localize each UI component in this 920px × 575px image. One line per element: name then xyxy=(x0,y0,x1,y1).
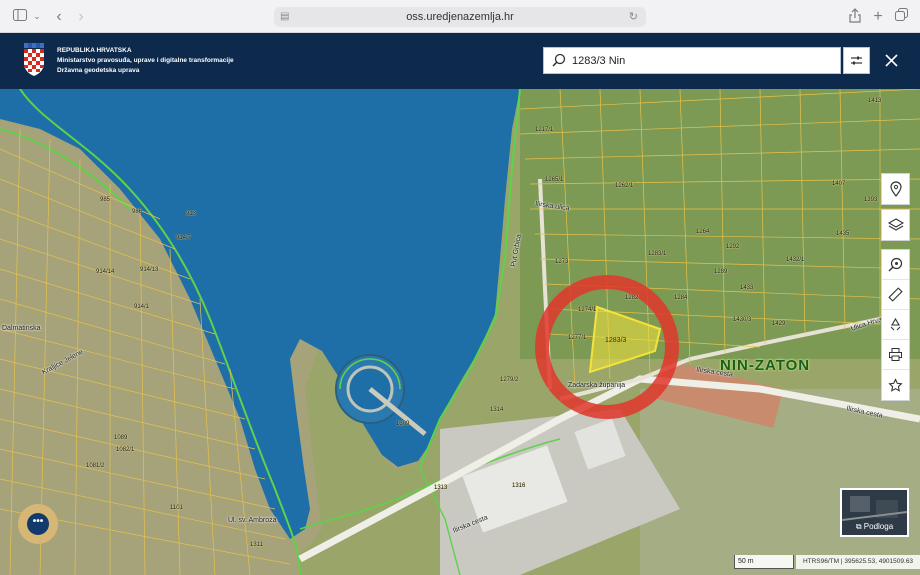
close-icon xyxy=(885,54,898,67)
street-label: Ul. sv. Ambroza xyxy=(228,517,277,524)
filter-button[interactable] xyxy=(843,47,870,74)
favorite-button[interactable] xyxy=(882,370,909,400)
printer-icon xyxy=(889,348,902,361)
star-icon xyxy=(888,377,903,392)
parcel-label: 1433 xyxy=(740,285,754,291)
tool-button[interactable] xyxy=(882,310,909,340)
chat-button[interactable]: ••• xyxy=(18,504,58,544)
address-bar[interactable]: ▤ oss.uredjenazemlja.hr ↻ xyxy=(274,7,646,27)
parcel-label: 1316 xyxy=(512,483,526,489)
parcel-label: 1279/2 xyxy=(500,377,519,383)
chat-bubble-icon: ••• xyxy=(27,513,49,535)
layers-icon xyxy=(887,218,904,231)
parcel-label: 914/14 xyxy=(96,269,115,275)
measure-button[interactable] xyxy=(882,280,909,310)
chevron-down-icon[interactable]: ⌄ xyxy=(32,8,42,25)
reload-icon[interactable]: ↻ xyxy=(629,7,638,27)
coordinates-readout: HTRS96/TM | 395625.53, 4901509.63 xyxy=(796,555,920,569)
parcel-label: 914/13 xyxy=(140,267,159,273)
map-pin-icon xyxy=(889,181,902,197)
recycle-icon xyxy=(890,317,901,331)
org-line-3: Državna geodetska uprava xyxy=(57,67,140,74)
parcel-label: 1274/1 xyxy=(578,307,597,313)
print-button[interactable] xyxy=(882,340,909,370)
selected-parcel-label: 1283/3 xyxy=(605,337,627,344)
street-label: Dalmatinska xyxy=(2,325,41,332)
parcel-label: 914/1 xyxy=(134,304,150,310)
parcel-label: 985 xyxy=(100,197,111,203)
street-label: Zadarska županija xyxy=(568,382,626,389)
map-tools-toolbar xyxy=(881,249,910,401)
parcel-label: 1082/1 xyxy=(116,447,135,453)
share-icon[interactable] xyxy=(848,8,862,25)
search-icon xyxy=(552,53,566,67)
basemap-label: ⧉ Podloga xyxy=(842,522,907,532)
sidebar-toggle-icon[interactable] xyxy=(12,8,28,25)
parcel-label: 1289 xyxy=(714,269,728,275)
parcel-label: 1309 xyxy=(396,421,410,427)
parcel-label: 986 xyxy=(132,209,143,215)
parcel-label: 1413 xyxy=(868,98,882,104)
org-line-1: REPUBLIKA HRVATSKA xyxy=(57,47,132,54)
basemap-switcher[interactable]: ⧉ Podloga xyxy=(840,488,909,537)
parcel-label: 1314 xyxy=(490,407,504,413)
parcel-label: 1435 xyxy=(836,231,850,237)
croatian-coat-of-arms-icon xyxy=(24,43,44,76)
parcel-label: 1264 xyxy=(696,229,710,235)
org-line-2: Ministarstvo pravosuđa, uprave i digital… xyxy=(57,57,234,64)
basemap-label-text: Podloga xyxy=(863,522,894,531)
page-menu-icon[interactable]: ▤ xyxy=(280,7,289,27)
parcel-label: 1262/1 xyxy=(615,183,634,189)
map-view[interactable]: 1217/1 1265/1 1262/1 1283/1 1273 1274/1 … xyxy=(0,89,920,575)
parcel-label: 1311 xyxy=(250,542,263,548)
parcel-label: 1284 xyxy=(674,295,688,301)
parcel-label: 1265/1 xyxy=(545,177,564,183)
layers-toolbar xyxy=(881,209,910,241)
parcel-label: 1081/2 xyxy=(86,463,105,469)
layers-icon: ⧉ xyxy=(855,522,862,531)
url-text: oss.uredjenazemlja.hr xyxy=(406,11,514,23)
parcel-label: 1089 xyxy=(114,435,128,441)
parcel-label: 1101 xyxy=(170,505,183,511)
new-tab-icon[interactable]: + xyxy=(871,8,885,25)
location-button[interactable] xyxy=(882,174,909,204)
tabs-overview-icon[interactable] xyxy=(893,8,909,25)
organization-name: REPUBLIKA HRVATSKA Ministarstvo pravosuđ… xyxy=(57,46,234,76)
sliders-icon xyxy=(851,56,862,65)
search-box[interactable] xyxy=(543,47,841,74)
location-toolbar xyxy=(881,173,910,205)
parcel-label: 1432/1 xyxy=(786,257,805,263)
ruler-icon xyxy=(888,287,903,302)
app-header: REPUBLIKA HRVATSKA Ministarstvo pravosuđ… xyxy=(0,33,920,89)
forward-icon[interactable]: › xyxy=(74,8,88,25)
layers-button[interactable] xyxy=(882,210,909,240)
parcel-label: 1217/1 xyxy=(535,127,554,133)
search-input[interactable] xyxy=(572,52,832,70)
parcel-label: 1393 xyxy=(864,197,878,203)
map-canvas[interactable] xyxy=(0,89,920,575)
place-label: NIN-ZATON xyxy=(720,357,811,374)
identify-button[interactable] xyxy=(882,250,909,280)
parcel-label: 1292 xyxy=(726,244,740,250)
zoom-search-icon xyxy=(888,257,903,272)
parcel-label: 914/7 xyxy=(176,235,192,241)
parcel-label: 1429 xyxy=(772,321,786,327)
parcel-label: 1277/1 xyxy=(568,335,587,341)
back-icon[interactable]: ‹ xyxy=(52,8,66,25)
parcel-label: 1282 xyxy=(625,295,639,301)
parcel-label: 1313 xyxy=(434,485,448,491)
parcel-label: 1407 xyxy=(832,181,846,187)
scale-bar: 50 m xyxy=(734,555,794,569)
close-button[interactable] xyxy=(878,47,905,74)
parcel-label: 1283/1 xyxy=(648,251,667,257)
browser-toolbar: ⌄ ‹ › ▤ oss.uredjenazemlja.hr ↻ + xyxy=(0,0,920,33)
parcel-label: 913 xyxy=(186,211,197,217)
parcel-label: 1430/3 xyxy=(733,317,752,323)
parcel-label: 1273 xyxy=(555,259,569,265)
